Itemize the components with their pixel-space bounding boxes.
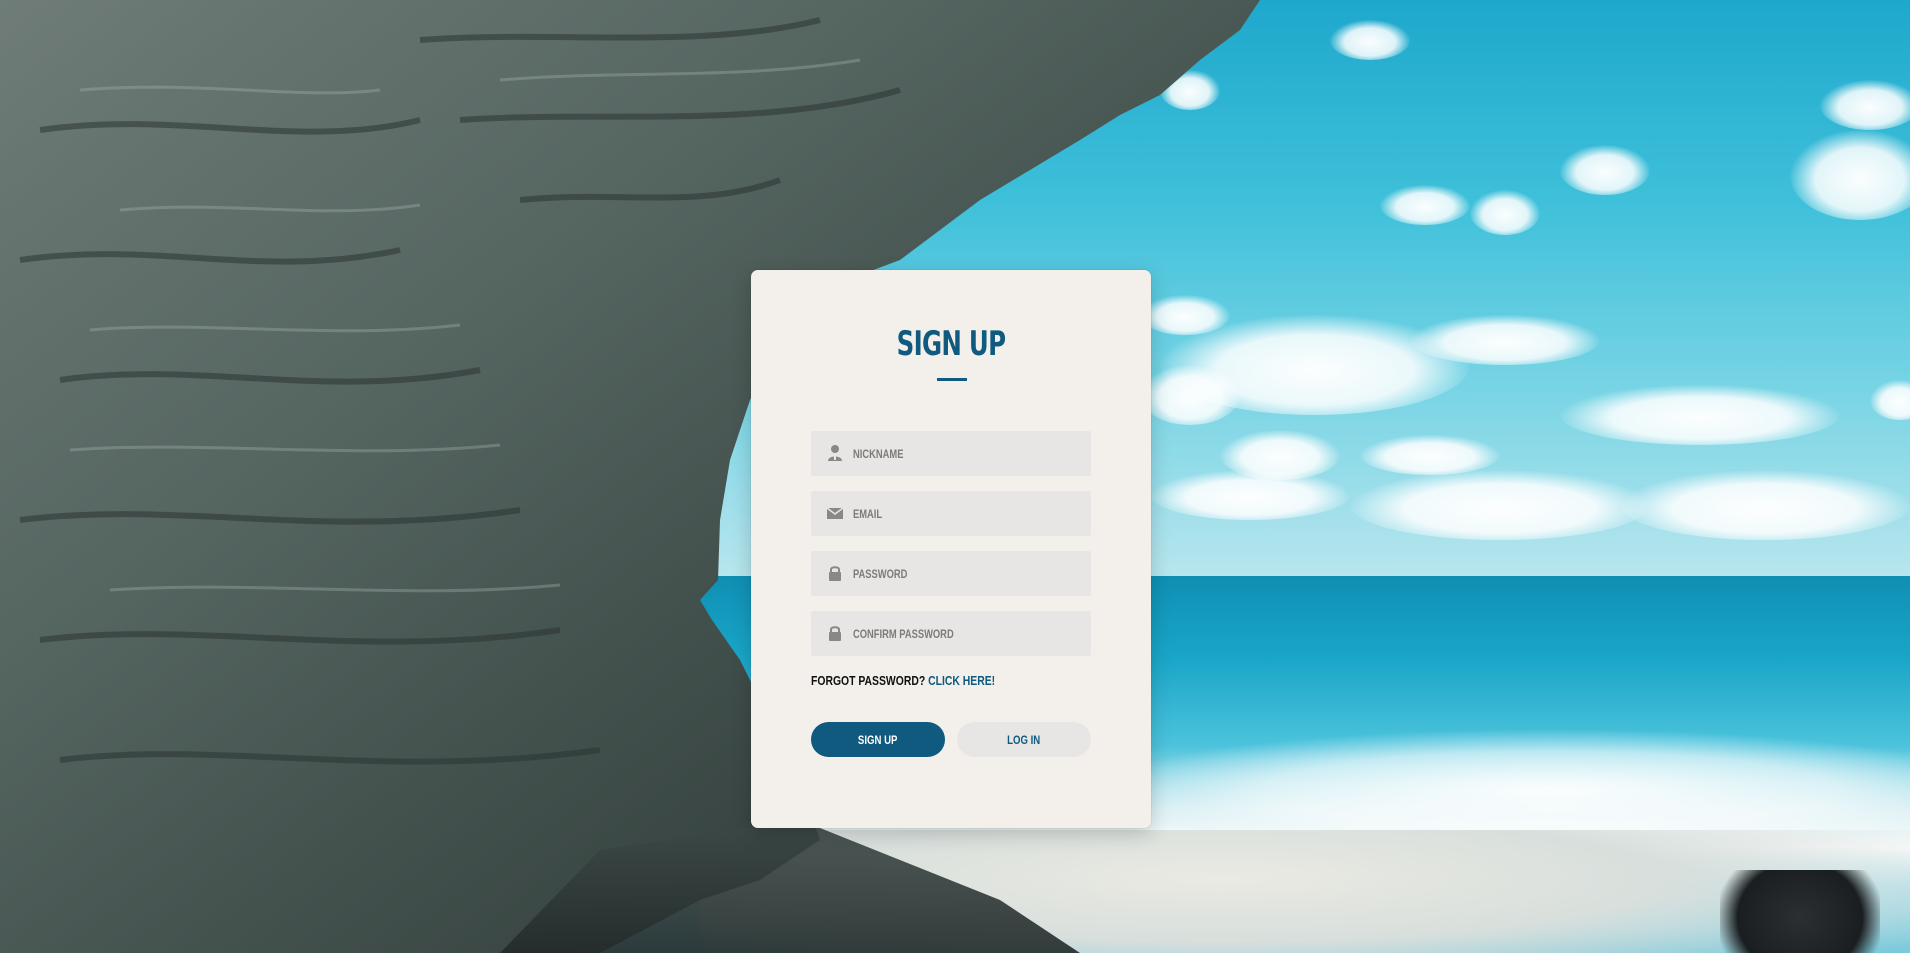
nickname-field[interactable] (811, 431, 1091, 476)
sign-up-button-label: SIGN UP (858, 732, 898, 747)
title-underline (937, 378, 967, 381)
user-icon (825, 443, 845, 463)
password-input[interactable] (853, 551, 1033, 596)
confirm-password-field[interactable] (811, 611, 1091, 656)
forgot-password: FORGOT PASSWORD? CLICK HERE! (811, 673, 995, 688)
lock-icon (825, 563, 845, 583)
log-in-button[interactable]: LOG IN (957, 722, 1091, 757)
forgot-password-link[interactable]: CLICK HERE! (928, 673, 995, 688)
sign-up-button[interactable]: SIGN UP (811, 722, 945, 757)
email-field[interactable] (811, 491, 1091, 536)
lock-icon (825, 623, 845, 643)
page-title: SIGN UP (896, 324, 1006, 364)
envelope-icon (825, 503, 845, 523)
email-input[interactable] (853, 491, 1033, 536)
signup-card: SIGN UP NICKNAME EMAIL FORGOT PASSWORD? … (751, 270, 1151, 828)
confirm-password-input[interactable] (853, 611, 1033, 656)
forgot-password-text: FORGOT PASSWORD? (811, 673, 926, 688)
password-field[interactable] (811, 551, 1091, 596)
log-in-button-label: LOG IN (1007, 732, 1041, 747)
nickname-input[interactable] (853, 431, 1033, 476)
